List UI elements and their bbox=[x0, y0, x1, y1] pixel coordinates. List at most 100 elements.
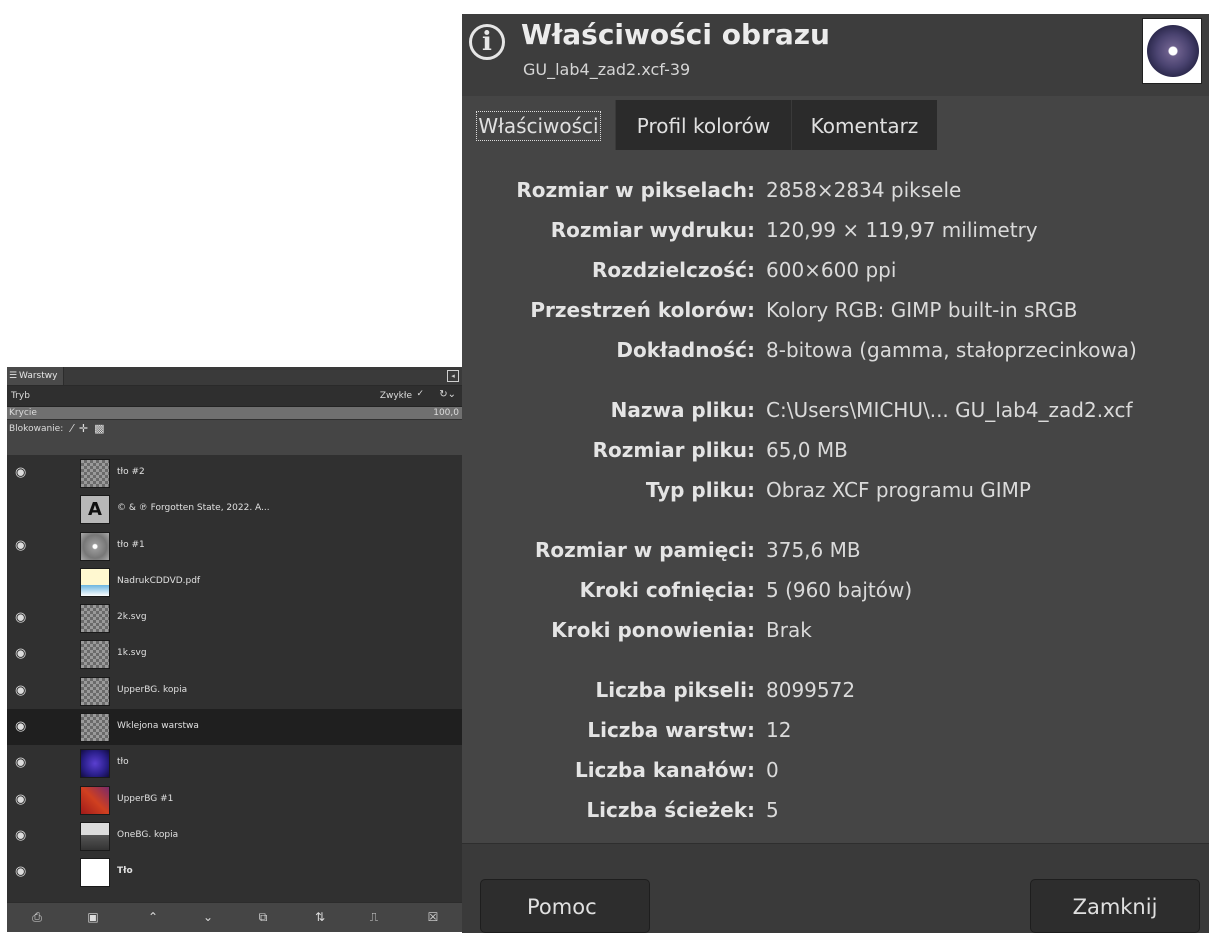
duplicate-layer-icon[interactable]: ⧉ bbox=[254, 909, 272, 925]
layer-thumbnail[interactable] bbox=[80, 785, 110, 815]
info-icon: i bbox=[469, 24, 505, 60]
mode-row[interactable]: Tryb Zwykłe ✓ ↻⌄ bbox=[7, 386, 462, 407]
layer-thumbnail[interactable] bbox=[80, 821, 110, 851]
lock-pixels-icon[interactable]: ⁄ bbox=[71, 422, 79, 435]
layer-row[interactable]: ◉ Wklejona warstwa bbox=[7, 709, 462, 746]
property-value: 65,0 MB bbox=[766, 438, 848, 462]
layer-thumbnail[interactable] bbox=[80, 713, 110, 743]
layers-stack-icon: ☰ bbox=[9, 371, 18, 381]
lock-position-icon[interactable]: ✛ bbox=[79, 422, 94, 435]
anchor-layer-icon[interactable]: ⇅ bbox=[311, 909, 329, 925]
layer-row[interactable]: A © & ℗ Forgotten State, 2022. A... bbox=[7, 491, 462, 527]
property-label: Liczba warstw: bbox=[587, 718, 755, 742]
layer-row[interactable]: ◉ tło bbox=[7, 745, 462, 781]
tab-profil-kolorow[interactable]: Profil kolorów bbox=[615, 100, 791, 150]
disc-preview bbox=[1147, 25, 1199, 77]
raise-layer-icon[interactable]: ⌃ bbox=[144, 909, 162, 925]
lock-alpha-icon[interactable]: ▩ bbox=[94, 422, 110, 435]
visibility-eye-icon[interactable] bbox=[15, 574, 31, 590]
mode-label: Tryb bbox=[11, 391, 30, 401]
property-label: Rozmiar w pamięci: bbox=[534, 538, 755, 562]
text-layer-icon[interactable]: A bbox=[80, 495, 110, 525]
visibility-eye-icon[interactable]: ◉ bbox=[15, 792, 31, 808]
layer-name: 1k.svg bbox=[117, 648, 147, 659]
property-value: 8099572 bbox=[766, 678, 856, 702]
visibility-eye-icon[interactable]: ◉ bbox=[15, 828, 31, 844]
chevron-down-icon[interactable]: ✓ bbox=[416, 389, 424, 399]
help-button[interactable]: Pomoc bbox=[480, 879, 650, 933]
new-group-icon[interactable]: ▣ bbox=[84, 909, 102, 925]
layers-toolbar: ⎙ ▣ ⌃ ⌄ ⧉ ⇅ ⎍ ☒ bbox=[7, 902, 462, 932]
property-value: 2858×2834 piksele bbox=[766, 178, 962, 202]
visibility-eye-icon[interactable]: ◉ bbox=[15, 683, 31, 699]
layer-row[interactable]: ◉ UpperBG #1 bbox=[7, 782, 462, 818]
visibility-eye-icon[interactable]: ◉ bbox=[15, 719, 31, 735]
layer-thumbnail[interactable] bbox=[80, 749, 110, 779]
tab-label: Właściwości bbox=[476, 111, 601, 141]
dialog-tabs: Właściwości Profil kolorów Komentarz bbox=[462, 100, 1209, 150]
property-row: Liczba ścieżek: 5 bbox=[462, 790, 1209, 830]
visibility-eye-icon[interactable]: ◉ bbox=[15, 864, 31, 880]
property-row: Kroki cofnięcia: 5 (960 bajtów) bbox=[462, 570, 1209, 610]
layer-row[interactable]: ◉ tło #2 bbox=[7, 455, 462, 491]
property-row: Liczba warstw: 12 bbox=[462, 710, 1209, 750]
delete-layer-icon[interactable]: ☒ bbox=[424, 909, 442, 925]
image-preview-thumbnail bbox=[1142, 18, 1202, 84]
layers-tab[interactable]: ☰ Warstwy bbox=[7, 367, 65, 385]
layer-row[interactable]: ◉ OneBG. kopia bbox=[7, 818, 462, 854]
visibility-eye-icon[interactable]: ◉ bbox=[15, 646, 31, 662]
property-row: Rozmiar w pamięci: 375,6 MB bbox=[462, 530, 1209, 570]
property-label: Nazwa pliku: bbox=[610, 398, 755, 422]
layer-row[interactable]: ◉ tło #1 bbox=[7, 528, 462, 564]
tab-wlasciwosci[interactable]: Właściwości bbox=[462, 100, 615, 150]
layer-thumbnail[interactable] bbox=[80, 604, 110, 634]
layer-row[interactable]: ◉ 2k.svg bbox=[7, 600, 462, 636]
layer-row[interactable]: ◉ 1k.svg bbox=[7, 636, 462, 672]
new-layer-icon[interactable]: ⎙ bbox=[28, 909, 46, 925]
visibility-eye-icon[interactable] bbox=[15, 501, 31, 517]
layer-row[interactable]: NadrukCDDVD.pdf bbox=[7, 564, 462, 600]
layer-row[interactable]: ◉ Tło bbox=[7, 854, 462, 890]
layer-name: © & ℗ Forgotten State, 2022. A... bbox=[117, 503, 270, 514]
dialog-header: i Właściwości obrazu GU_lab4_zad2.xcf-39 bbox=[462, 14, 1209, 96]
tab-menu-icon[interactable]: ◂ bbox=[447, 370, 459, 382]
dialog-title: Właściwości obrazu bbox=[521, 18, 830, 51]
layers-tab-bar: ☰ Warstwy ◂ bbox=[7, 367, 462, 386]
layer-thumbnail[interactable] bbox=[80, 676, 110, 706]
visibility-eye-icon[interactable]: ◉ bbox=[15, 610, 31, 626]
layer-thumbnail[interactable] bbox=[80, 858, 110, 888]
layer-name: 2k.svg bbox=[117, 612, 147, 623]
layer-name: UpperBG #1 bbox=[117, 793, 174, 804]
layer-thumbnail[interactable] bbox=[80, 459, 110, 488]
visibility-eye-icon[interactable]: ◉ bbox=[15, 538, 31, 554]
layer-row[interactable]: ◉ UpperBG. kopia bbox=[7, 673, 462, 709]
property-row: Liczba pikseli: 8099572 bbox=[462, 670, 1209, 710]
mode-switch-icon[interactable]: ↻⌄ bbox=[439, 389, 456, 400]
mode-select[interactable]: Zwykłe bbox=[380, 391, 412, 401]
layer-name: NadrukCDDVD.pdf bbox=[117, 575, 201, 586]
property-value: 600×600 ppi bbox=[766, 258, 897, 282]
close-button[interactable]: Zamknij bbox=[1030, 879, 1200, 933]
property-row: Rozmiar w pikselach: 2858×2834 piksele bbox=[462, 170, 1209, 210]
layer-thumbnail[interactable] bbox=[80, 640, 110, 670]
property-value: 120,99 × 119,97 milimetry bbox=[766, 218, 1038, 242]
layer-list: ◉ tło #2 A © & ℗ Forgotten State, 2022. A..… bbox=[7, 455, 462, 903]
property-value: Obraz XCF programu GIMP bbox=[766, 478, 1031, 502]
layer-thumbnail[interactable] bbox=[80, 531, 110, 561]
property-label: Liczba pikseli: bbox=[595, 678, 755, 702]
visibility-eye-icon[interactable]: ◉ bbox=[15, 755, 31, 771]
property-row: Dokładność: 8-bitowa (gamma, stałoprzecin… bbox=[462, 330, 1209, 370]
opacity-slider[interactable]: Krycie 100,0 bbox=[7, 407, 462, 420]
tab-komentarz[interactable]: Komentarz bbox=[791, 100, 937, 150]
layer-name: Wklejona warstwa bbox=[117, 721, 199, 732]
layer-name: UpperBG. kopia bbox=[117, 684, 188, 695]
property-row: Rozdzielczość: 600×600 ppi bbox=[462, 250, 1209, 290]
property-label: Typ pliku: bbox=[645, 478, 755, 502]
lower-layer-icon[interactable]: ⌄ bbox=[199, 909, 217, 925]
property-row: Nazwa pliku: C:\Users\MICHU\... GU_lab4_z… bbox=[462, 390, 1209, 430]
layer-thumbnail[interactable] bbox=[80, 567, 110, 597]
mask-layer-icon[interactable]: ⎍ bbox=[365, 909, 383, 925]
properties-content: Rozmiar w pikselach: 2858×2834 piksele Roz… bbox=[462, 150, 1209, 843]
layer-name: Tło bbox=[117, 866, 133, 877]
visibility-eye-icon[interactable]: ◉ bbox=[15, 465, 31, 481]
